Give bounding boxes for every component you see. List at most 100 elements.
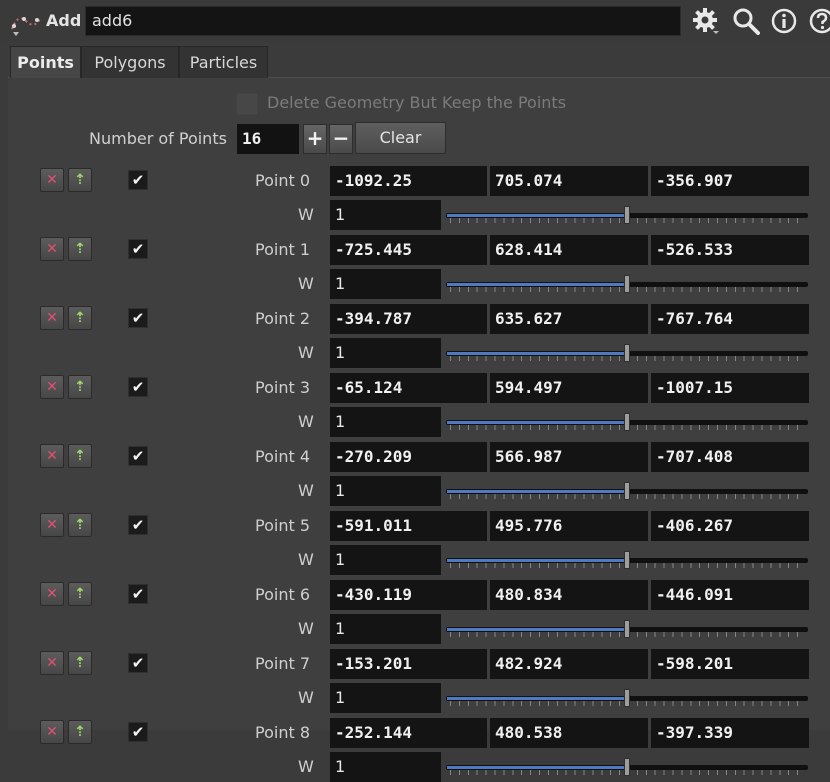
delete-point-button[interactable]: ✕	[40, 513, 64, 537]
weight-field[interactable]: 1	[330, 476, 441, 506]
point-x-field[interactable]: -252.144	[330, 718, 487, 748]
point-x-field[interactable]: -430.119	[330, 580, 487, 610]
slider-handle[interactable]	[624, 413, 630, 431]
point-x-field[interactable]: -394.787	[330, 304, 487, 334]
weight-field[interactable]: 1	[330, 752, 441, 782]
clear-button[interactable]: Clear	[355, 122, 446, 154]
weight-slider[interactable]	[446, 205, 808, 225]
point-z-field[interactable]: -446.091	[651, 580, 809, 610]
weight-slider[interactable]	[446, 550, 808, 570]
point-y-field[interactable]: 705.074	[490, 166, 648, 196]
point-enable-checkbox[interactable]: ✔	[128, 584, 148, 604]
point-z-field[interactable]: -406.267	[651, 511, 809, 541]
point-z-field[interactable]: -767.764	[651, 304, 809, 334]
slider-handle[interactable]	[624, 689, 630, 707]
insert-point-button[interactable]: ⇡	[68, 444, 92, 468]
insert-point-button[interactable]: ⇡	[68, 582, 92, 606]
weight-field[interactable]: 1	[330, 683, 441, 713]
weight-slider[interactable]	[446, 343, 808, 363]
point-x-field[interactable]: -65.124	[330, 373, 487, 403]
weight-slider[interactable]	[446, 274, 808, 294]
weight-field[interactable]: 1	[330, 545, 441, 575]
slider-handle[interactable]	[624, 482, 630, 500]
insert-point-button[interactable]: ⇡	[68, 306, 92, 330]
slider-handle[interactable]	[624, 206, 630, 224]
weight-field[interactable]: 1	[330, 338, 441, 368]
insert-point-button[interactable]: ⇡	[68, 375, 92, 399]
point-z-field[interactable]: -526.533	[651, 235, 809, 265]
point-label: Point 6	[255, 585, 310, 604]
point-enable-checkbox[interactable]: ✔	[128, 653, 148, 673]
slider-fill	[447, 697, 626, 700]
point-z-field[interactable]: -707.408	[651, 442, 809, 472]
point-y-field[interactable]: 635.627	[490, 304, 648, 334]
slider-handle[interactable]	[624, 344, 630, 362]
weight-slider[interactable]	[446, 412, 808, 432]
slider-handle[interactable]	[624, 275, 630, 293]
delete-geometry-checkbox[interactable]	[236, 93, 258, 115]
tab-particles[interactable]: Particles	[179, 46, 268, 78]
point-y-field[interactable]: 480.834	[490, 580, 648, 610]
point-z-field[interactable]: -397.339	[651, 718, 809, 748]
point-enable-checkbox[interactable]: ✔	[128, 170, 148, 190]
weight-slider[interactable]	[446, 481, 808, 501]
delete-point-button[interactable]: ✕	[40, 375, 64, 399]
insert-point-button[interactable]: ⇡	[68, 513, 92, 537]
point-y-field[interactable]: 482.924	[490, 649, 648, 679]
weight-slider[interactable]	[446, 688, 808, 708]
slider-handle[interactable]	[624, 758, 630, 776]
point-label: Point 2	[255, 309, 310, 328]
node-name-field[interactable]: add6	[85, 6, 681, 36]
point-z-field[interactable]: -598.201	[651, 649, 809, 679]
delete-point-button[interactable]: ✕	[40, 651, 64, 675]
insert-point-button[interactable]: ⇡	[68, 168, 92, 192]
delete-point-button[interactable]: ✕	[40, 582, 64, 606]
delete-point-button[interactable]: ✕	[40, 237, 64, 261]
number-of-points-label: Number of Points	[89, 129, 227, 148]
point-enable-checkbox[interactable]: ✔	[128, 446, 148, 466]
point-y-field[interactable]: 594.497	[490, 373, 648, 403]
number-of-points-field[interactable]: 16	[237, 124, 299, 154]
weight-field[interactable]: 1	[330, 407, 441, 437]
point-z-field[interactable]: -1007.15	[651, 373, 809, 403]
point-x-field[interactable]: -591.011	[330, 511, 487, 541]
point-y-field[interactable]: 495.776	[490, 511, 648, 541]
point-y-field[interactable]: 566.987	[490, 442, 648, 472]
slider-handle[interactable]	[624, 620, 630, 638]
point-y-field[interactable]: 628.414	[490, 235, 648, 265]
point-x-field[interactable]: -153.201	[330, 649, 487, 679]
point-x-field[interactable]: -270.209	[330, 442, 487, 472]
help-icon[interactable]	[808, 7, 830, 35]
delete-point-button[interactable]: ✕	[40, 720, 64, 744]
point-enable-checkbox[interactable]: ✔	[128, 515, 148, 535]
info-icon[interactable]	[770, 7, 798, 35]
point-enable-checkbox[interactable]: ✔	[128, 377, 148, 397]
point-enable-checkbox[interactable]: ✔	[128, 722, 148, 742]
insert-point-button[interactable]: ⇡	[68, 237, 92, 261]
point-x-field[interactable]: -725.445	[330, 235, 487, 265]
delete-point-button[interactable]: ✕	[40, 306, 64, 330]
tab-polygons[interactable]: Polygons	[81, 46, 179, 78]
insert-point-button[interactable]: ⇡	[68, 651, 92, 675]
gear-icon[interactable]	[692, 7, 720, 35]
weight-field[interactable]: 1	[330, 269, 441, 299]
weight-slider[interactable]	[446, 619, 808, 639]
weight-field[interactable]: 1	[330, 200, 441, 230]
point-enable-checkbox[interactable]: ✔	[128, 308, 148, 328]
remove-point-button[interactable]: −	[329, 124, 353, 154]
slider-handle[interactable]	[624, 551, 630, 569]
weight-field[interactable]: 1	[330, 614, 441, 644]
point-x-field[interactable]: -1092.25	[330, 166, 487, 196]
point-y-field[interactable]: 480.538	[490, 718, 648, 748]
add-point-button[interactable]: +	[303, 124, 327, 154]
point-enable-checkbox[interactable]: ✔	[128, 239, 148, 259]
checkmark-icon: ✔	[131, 516, 145, 534]
add-node-icon[interactable]	[10, 11, 44, 37]
insert-point-button[interactable]: ⇡	[68, 720, 92, 744]
weight-slider[interactable]	[446, 757, 808, 777]
tab-points[interactable]: Points	[10, 46, 81, 78]
point-z-field[interactable]: -356.907	[651, 166, 809, 196]
delete-point-button[interactable]: ✕	[40, 168, 64, 192]
delete-point-button[interactable]: ✕	[40, 444, 64, 468]
search-icon[interactable]	[732, 7, 760, 35]
